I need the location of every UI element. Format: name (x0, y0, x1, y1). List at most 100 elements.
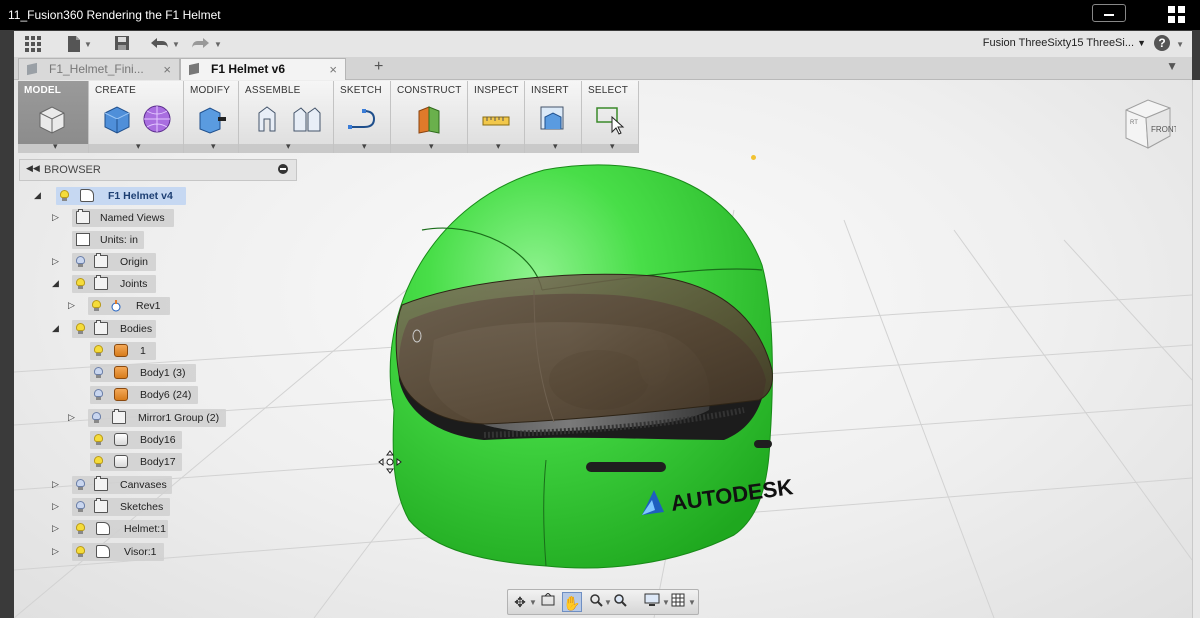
insert-dropdown-icon[interactable] (525, 141, 581, 153)
tree-node-origin[interactable]: ▷ Origin (52, 253, 162, 271)
undo-icon[interactable] (150, 35, 170, 53)
data-panel-icon[interactable] (24, 35, 42, 53)
help-caret-icon[interactable]: ▼ (1176, 40, 1184, 49)
tab-f1-helmet-finished[interactable]: F1_Helmet_Fini... × (18, 58, 180, 80)
browser-panel-header[interactable]: ◀◀ BROWSER (19, 159, 297, 181)
sketch-group[interactable]: SKETCH (334, 81, 391, 153)
fit-icon[interactable] (610, 592, 630, 612)
visibility-bulb-icon[interactable] (92, 412, 101, 423)
expanded-triangle-icon[interactable]: ◢ (34, 190, 44, 201)
tab-close-icon[interactable]: × (163, 59, 171, 80)
visibility-bulb-icon[interactable] (94, 367, 103, 378)
redo-icon[interactable] (190, 35, 210, 53)
file-menu-caret-icon[interactable]: ▼ (84, 40, 92, 49)
file-menu-icon[interactable] (66, 35, 82, 53)
viewcube-front-label[interactable]: FRONT (1151, 125, 1179, 134)
pan-hand-icon[interactable]: ✋ (562, 592, 582, 612)
construct-dropdown-icon[interactable] (391, 141, 467, 153)
visibility-bulb-icon[interactable] (76, 278, 85, 289)
visibility-bulb-icon[interactable] (94, 434, 103, 445)
view-cube[interactable]: FRONT RT (1118, 96, 1179, 154)
select-dropdown-icon[interactable] (582, 141, 638, 153)
construct-group[interactable]: CONSTRUCT (391, 81, 468, 153)
grid-settings-icon[interactable] (668, 592, 688, 612)
orbit-icon[interactable]: ✥ (510, 592, 530, 612)
window-menu-icon[interactable] (1168, 6, 1186, 24)
tree-node-body16[interactable]: Body16 (90, 431, 190, 449)
visibility-bulb-icon[interactable] (94, 456, 103, 467)
help-icon[interactable]: ? (1154, 35, 1170, 51)
visibility-bulb-icon[interactable] (94, 389, 103, 400)
visibility-bulb-icon[interactable] (76, 546, 85, 557)
new-tab-button[interactable]: + (374, 59, 388, 75)
collapsed-triangle-icon[interactable]: ▷ (68, 412, 78, 423)
tree-node-rev1[interactable]: ▷ Rev1 (68, 297, 178, 315)
tree-node-body6[interactable]: Body6 (24) (90, 386, 200, 404)
sphere-icon[interactable] (141, 103, 173, 135)
tree-node-visor[interactable]: ▷ Visor:1 (52, 543, 182, 561)
expanded-triangle-icon[interactable]: ◢ (52, 278, 62, 289)
select-arrow-icon[interactable] (594, 103, 626, 135)
save-icon[interactable] (114, 35, 130, 53)
tree-node-root[interactable]: ◢ F1 Helmet v4 (34, 187, 186, 205)
visibility-bulb-icon[interactable] (92, 300, 101, 311)
offset-plane-icon[interactable] (413, 103, 445, 135)
collapsed-triangle-icon[interactable]: ▷ (52, 523, 62, 534)
inspect-group[interactable]: INSPECT (468, 81, 525, 153)
select-group[interactable]: SELECT (582, 81, 639, 153)
workspace-switcher[interactable]: MODEL (18, 81, 89, 153)
redo-caret-icon[interactable]: ▼ (214, 40, 222, 49)
tree-node-body1[interactable]: Body1 (3) (90, 364, 200, 382)
look-at-icon[interactable] (538, 592, 558, 612)
grid-caret-icon[interactable]: ▼ (688, 598, 696, 607)
insert-group[interactable]: INSERT (525, 81, 582, 153)
assemble-group[interactable]: ASSEMBLE (239, 81, 334, 153)
display-settings-icon[interactable] (642, 592, 662, 612)
minimize-panel-icon[interactable] (278, 164, 288, 174)
visibility-bulb-icon[interactable] (76, 479, 85, 490)
viewcube-side-label[interactable]: RT (1130, 120, 1138, 126)
visibility-bulb-icon[interactable] (94, 345, 103, 356)
collapsed-triangle-icon[interactable]: ▷ (52, 546, 62, 557)
expanded-triangle-icon[interactable]: ◢ (52, 323, 62, 334)
tree-node-joints[interactable]: ◢ Joints (52, 275, 162, 293)
box-icon[interactable] (101, 103, 133, 135)
collapsed-triangle-icon[interactable]: ▷ (52, 256, 62, 267)
minimize-button[interactable] (1092, 4, 1126, 22)
tab-close-icon[interactable]: × (329, 59, 337, 80)
sketch-curve-icon[interactable] (346, 103, 378, 135)
collapsed-triangle-icon[interactable]: ▷ (52, 212, 62, 223)
tree-node-named-views[interactable]: ▷ Named Views (52, 209, 182, 227)
tree-node-sketches[interactable]: ▷ Sketches (52, 498, 182, 516)
collapse-panel-icon[interactable]: ◀◀ (26, 163, 40, 174)
press-pull-icon[interactable] (196, 103, 228, 135)
modify-group[interactable]: MODIFY (184, 81, 239, 153)
assemble-dropdown-icon[interactable] (239, 141, 333, 153)
visibility-bulb-icon[interactable] (76, 523, 85, 534)
visibility-bulb-icon[interactable] (76, 323, 85, 334)
undo-caret-icon[interactable]: ▼ (172, 40, 180, 49)
create-group[interactable]: CREATE (89, 81, 184, 153)
modify-dropdown-icon[interactable] (184, 141, 238, 153)
workspace-dropdown-icon[interactable] (18, 141, 88, 153)
insert-image-icon[interactable] (537, 103, 569, 135)
create-dropdown-icon[interactable] (89, 141, 183, 153)
visibility-bulb-icon[interactable] (76, 256, 85, 267)
viewport-scrollbar[interactable] (1192, 80, 1200, 618)
visibility-bulb-icon[interactable] (60, 190, 69, 201)
collapsed-triangle-icon[interactable]: ▷ (68, 300, 78, 311)
tree-node-body17[interactable]: Body17 (90, 453, 190, 471)
orbit-caret-icon[interactable]: ▼ (529, 598, 537, 607)
inspect-dropdown-icon[interactable] (468, 141, 524, 153)
tree-node-bodies[interactable]: ◢ Bodies (52, 320, 162, 338)
tab-f1-helmet-v6[interactable]: F1 Helmet v6 × (180, 58, 346, 80)
new-component-icon[interactable] (251, 103, 283, 135)
collapsed-triangle-icon[interactable]: ▷ (52, 479, 62, 490)
tree-node-units[interactable]: Units: in (72, 231, 152, 249)
tree-node-canvases[interactable]: ▷ Canvases (52, 476, 182, 494)
zoom-icon[interactable] (586, 592, 606, 612)
document-name[interactable]: Fusion ThreeSixty15 ThreeSi... ▼ (983, 37, 1146, 49)
sketch-dropdown-icon[interactable] (334, 141, 390, 153)
tab-list-chevron-icon[interactable]: ▼ (1166, 59, 1178, 73)
visibility-bulb-icon[interactable] (76, 501, 85, 512)
